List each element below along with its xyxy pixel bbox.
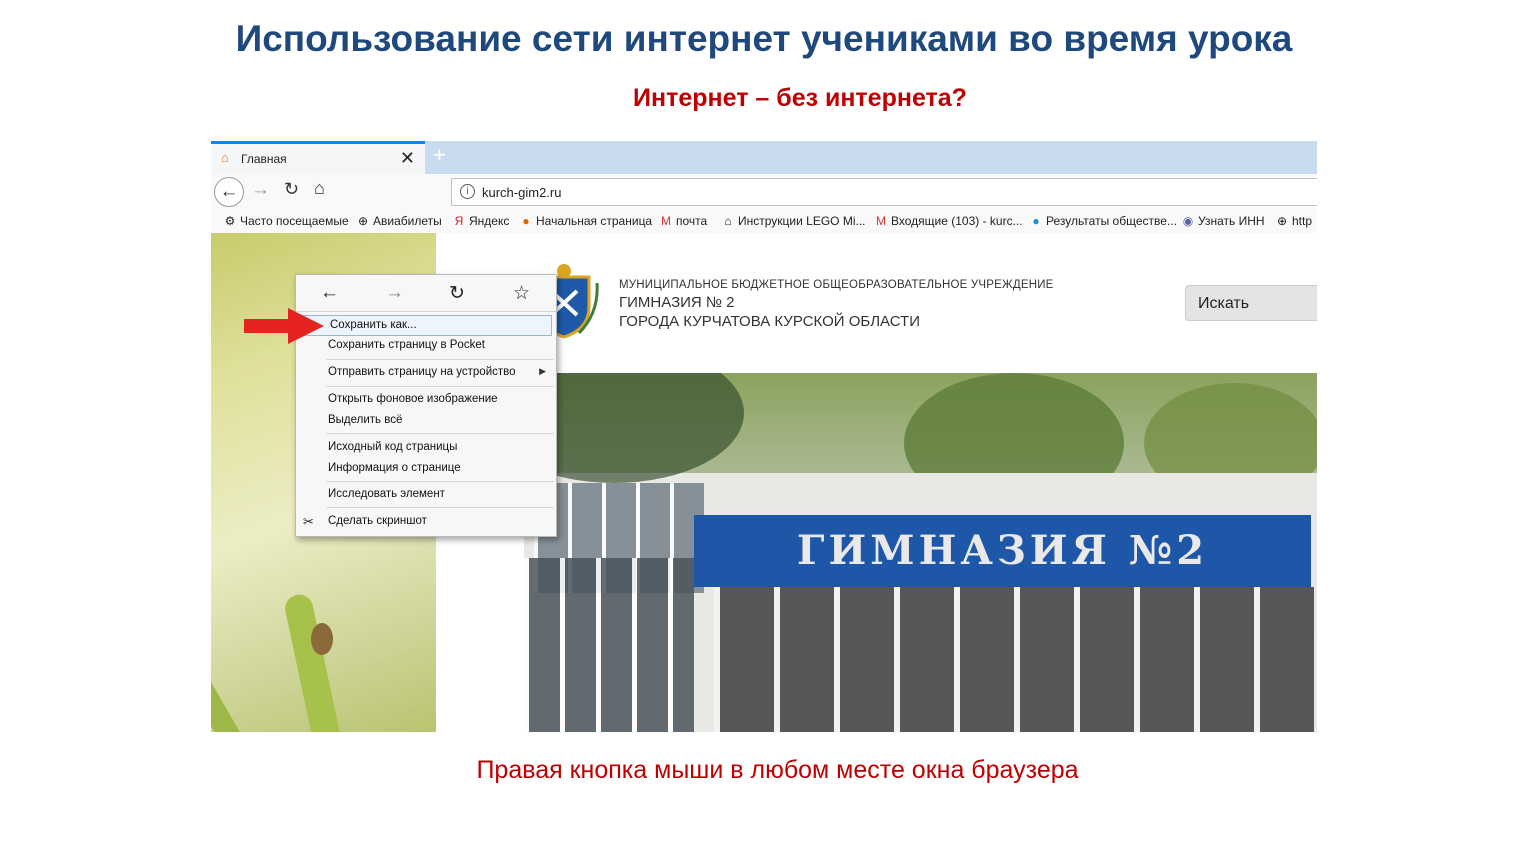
- new-tab-button[interactable]: +: [433, 142, 446, 168]
- slide-subtitle: Интернет – без интернета?: [633, 84, 967, 112]
- url-text: kurch-gim2.ru: [482, 185, 562, 200]
- home-icon: ⌂: [221, 150, 229, 165]
- red-pointer-arrow-icon: [244, 308, 324, 344]
- slide-caption: Правая кнопка мыши в любом месте окна бр…: [476, 756, 1079, 784]
- bookmark-http[interactable]: ⊕ http: [1275, 214, 1312, 228]
- close-icon[interactable]: ✕: [400, 148, 415, 169]
- emblem-icon: ◉: [1182, 214, 1194, 228]
- school-header: МУНИЦИПАЛЬНОЕ БЮДЖЕТНОЕ ОБЩЕОБРАЗОВАТЕЛЬ…: [619, 279, 1054, 330]
- menu-separator: [326, 433, 554, 434]
- search-label: Искать: [1198, 295, 1250, 312]
- menu-save-to-pocket[interactable]: Сохранить страницу в Pocket: [296, 336, 554, 357]
- school-building-photo: ГИМНАЗИЯ №2: [524, 373, 1317, 732]
- menu-open-background-image[interactable]: Открыть фоновое изображение: [296, 390, 554, 411]
- tab-bar: ⌂ Главная ✕ +: [211, 141, 1317, 174]
- info-icon[interactable]: i: [460, 184, 475, 199]
- menu-separator: [326, 386, 554, 387]
- bookmark-results[interactable]: ● Результаты обществе...: [1029, 214, 1177, 228]
- menu-take-screenshot[interactable]: ✂ Сделать скриншот: [296, 512, 554, 533]
- bookmark-lego[interactable]: ⌂ Инструкции LEGO Mi...: [721, 214, 865, 228]
- url-bar[interactable]: i kurch-gim2.ru: [451, 178, 1317, 206]
- back-button[interactable]: ←: [214, 177, 244, 207]
- menu-save-as[interactable]: Сохранить как...: [297, 315, 552, 336]
- slide-title: Использование сети интернет учениками во…: [235, 18, 1293, 59]
- menu-select-all[interactable]: Выделить всё: [296, 411, 554, 432]
- menu-inspect-element[interactable]: Исследовать элемент: [296, 485, 554, 506]
- bookmark-mail[interactable]: Mпочта: [659, 214, 707, 228]
- bookmark-inn[interactable]: ◉ Узнать ИНН: [1181, 214, 1265, 228]
- plant-stem: [211, 656, 267, 732]
- firefox-icon: ●: [522, 214, 530, 228]
- entrance: [714, 587, 1314, 732]
- context-menu: ← → ↻ ☆ Сохранить как... Сохранить стран…: [295, 274, 557, 537]
- menu-separator: [326, 359, 554, 360]
- building-icon: ⌂: [724, 214, 732, 228]
- gmail-icon: M: [661, 214, 671, 228]
- screenshot-icon: ✂: [303, 514, 314, 529]
- menu-view-source[interactable]: Исходный код страницы: [296, 438, 554, 459]
- navigation-bar: ← → ↻ ⌂ i kurch-gim2.ru: [211, 174, 1317, 211]
- bookmark-yandex[interactable]: Я Яндекс: [452, 214, 510, 228]
- gmail-icon: M: [876, 214, 886, 228]
- back-arrow-icon[interactable]: ←: [320, 282, 339, 304]
- windows: [524, 558, 694, 732]
- globe-icon: ⊕: [1276, 214, 1288, 228]
- gear-icon: ⚙: [224, 214, 236, 228]
- yandex-icon: Я: [454, 214, 464, 228]
- bookmark-frequently-visited[interactable]: ⚙ Часто посещаемые: [223, 214, 349, 228]
- menu-send-to-device[interactable]: Отправить страницу на устройство ▶: [296, 363, 554, 384]
- home-button[interactable]: ⌂: [314, 178, 325, 199]
- tree-branch: [524, 373, 744, 483]
- menu-separator: [326, 507, 554, 508]
- reload-icon[interactable]: ↻: [449, 282, 465, 305]
- building-sign-text: ГИМНАЗИЯ №2: [796, 527, 1209, 574]
- reload-button[interactable]: ↻: [284, 179, 299, 200]
- bookmarks-toolbar: ⚙ Часто посещаемые ⊕ Авиабилеты Я Яндекс ● Н…: [211, 211, 1317, 234]
- drop-icon: ●: [1032, 214, 1040, 228]
- building-sign: ГИМНАЗИЯ №2: [694, 515, 1311, 587]
- forward-arrow-icon[interactable]: →: [385, 282, 404, 304]
- tab-home[interactable]: ⌂ Главная ✕: [211, 141, 425, 174]
- school-type: МУНИЦИПАЛЬНОЕ БЮДЖЕТНОЕ ОБЩЕОБРАЗОВАТЕЛЬ…: [619, 279, 1054, 291]
- bookmark-flights[interactable]: ⊕ Авиабилеты: [356, 214, 442, 228]
- tab-title: Главная: [241, 152, 287, 166]
- context-menu-nav: ← → ↻ ☆: [296, 275, 556, 312]
- bookmark-inbox[interactable]: M Входящие (103) - kurc...: [874, 214, 1023, 228]
- bookmark-start-page[interactable]: ● Начальная страница: [519, 214, 652, 228]
- submenu-arrow-icon: ▶: [539, 366, 546, 376]
- school-city: ГОРОДА КУРЧАТОВА КУРСКОЙ ОБЛАСТИ: [619, 313, 920, 330]
- menu-page-info[interactable]: Информация о странице: [296, 459, 554, 480]
- plant-bud: [311, 623, 333, 655]
- search-button[interactable]: Искать: [1185, 285, 1317, 321]
- forward-button[interactable]: →: [251, 179, 270, 201]
- plant-stem: [282, 592, 348, 732]
- globe-icon: ⊕: [357, 214, 369, 228]
- menu-separator: [326, 481, 554, 482]
- school-name: ГИМНАЗИЯ № 2: [619, 294, 735, 311]
- bookmark-star-icon[interactable]: ☆: [513, 282, 530, 305]
